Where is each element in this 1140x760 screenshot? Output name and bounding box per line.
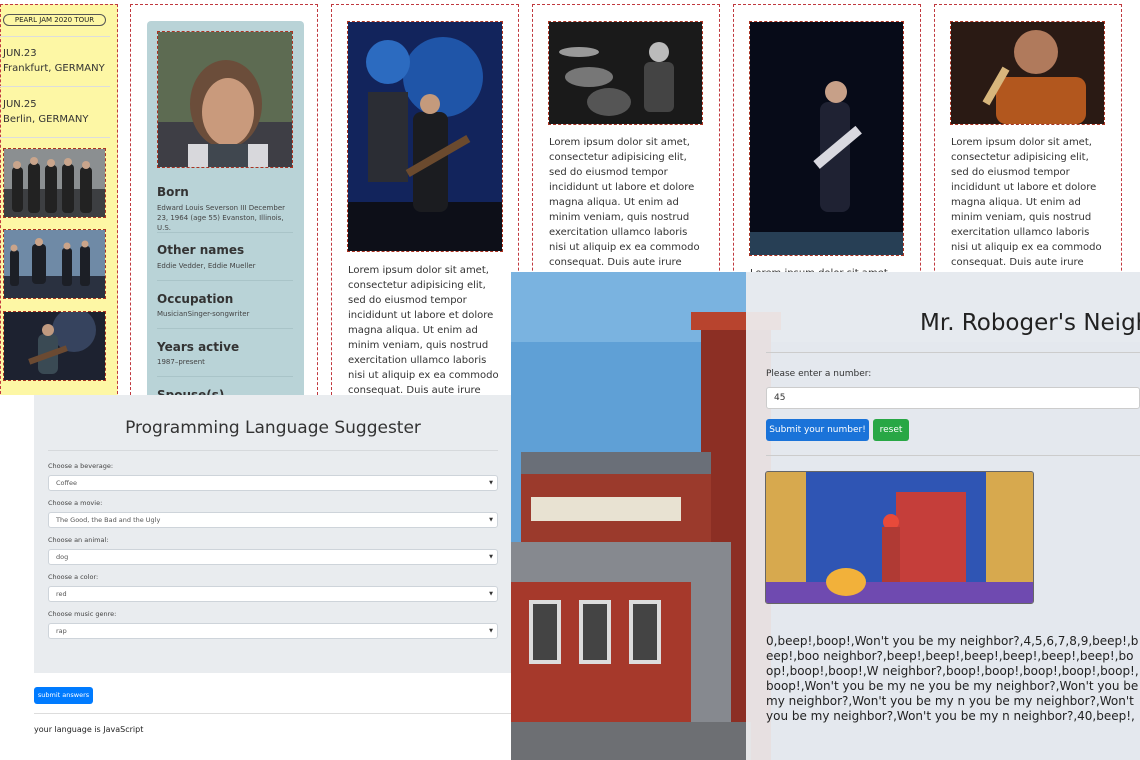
reset-button[interactable]: reset [873, 419, 909, 441]
divider [48, 450, 498, 451]
robot-gif [765, 471, 1034, 604]
select-value: The Good, the Bad and the Ugly [56, 516, 161, 524]
bio-heading: Other names [157, 243, 245, 257]
animal-select[interactable]: dog ▼ [48, 549, 498, 565]
select-value: Coffee [56, 479, 77, 487]
select-value: rap [56, 627, 67, 635]
divider [157, 376, 293, 377]
guitarist-photo [347, 21, 503, 252]
guitarist-photo [950, 21, 1105, 125]
drummer-photo [548, 21, 703, 125]
divider [157, 232, 293, 233]
bio-value: Edward Louis Severson III December 23, 1… [157, 204, 286, 232]
tour-date: JUN.25 [3, 99, 37, 110]
tour-title-badge: PEARL JAM 2020 TOUR [3, 14, 106, 26]
bio-heading: Born [157, 185, 189, 199]
beverage-select[interactable]: Coffee ▼ [48, 475, 498, 491]
card-text: Lorem ipsum dolor sit amet, consectetur … [549, 137, 700, 268]
color-select[interactable]: red ▼ [48, 586, 498, 602]
bio-heading: Occupation [157, 292, 234, 306]
band-photo [3, 148, 106, 218]
animal-label: Choose an animal: [48, 536, 109, 544]
music-select[interactable]: rap ▼ [48, 623, 498, 639]
caret-icon: ▼ [489, 480, 493, 486]
select-value: dog [56, 553, 69, 561]
divider [766, 352, 1140, 353]
music-label: Choose music genre: [48, 610, 117, 618]
divider [0, 36, 110, 37]
bio-heading: Years active [157, 340, 240, 354]
divider [0, 137, 110, 138]
tour-city: Berlin, GERMANY [3, 114, 89, 125]
tour-date: JUN.23 [3, 48, 37, 59]
portrait-photo [157, 31, 293, 168]
page-title: Programming Language Suggester [125, 418, 421, 438]
card-text: Lorem ipsum dolor sit amet, consectetur … [348, 265, 499, 396]
divider [766, 455, 1140, 456]
caret-icon: ▼ [489, 628, 493, 634]
divider [157, 280, 293, 281]
result-text: your language is JavaScript [34, 725, 144, 734]
divider [0, 86, 110, 87]
submit-number-button[interactable]: Submit your number! [766, 419, 869, 441]
caret-icon: ▼ [489, 554, 493, 560]
divider [157, 328, 293, 329]
submit-answers-button[interactable]: submit answers [34, 687, 93, 704]
movie-label: Choose a movie: [48, 499, 103, 507]
bio-value: Eddie Vedder, Eddie Mueller [157, 262, 256, 270]
number-label: Please enter a number: [766, 369, 872, 379]
singer-photo [749, 21, 904, 256]
movie-select[interactable]: The Good, the Bad and the Ugly ▼ [48, 512, 498, 528]
caret-icon: ▼ [489, 591, 493, 597]
bio-value: 1987–present [157, 358, 205, 366]
output-text: 0,beep!,boop!,Won't you be my neighbor?,… [766, 634, 1139, 723]
band-photo [3, 229, 106, 299]
caret-icon: ▼ [489, 517, 493, 523]
beverage-label: Choose a beverage: [48, 462, 114, 470]
number-input[interactable]: 45 [766, 387, 1140, 409]
card-text: Lorem ipsum dolor sit amet, consectetur … [951, 137, 1102, 268]
page-title: Mr. Roboger's Neigh [920, 310, 1140, 336]
tour-city: Frankfurt, GERMANY [3, 63, 105, 74]
color-label: Choose a color: [48, 573, 99, 581]
divider [34, 713, 512, 714]
select-value: red [56, 590, 67, 598]
bio-value: MusicianSinger-songwriter [157, 310, 250, 318]
band-photo [3, 308, 106, 381]
